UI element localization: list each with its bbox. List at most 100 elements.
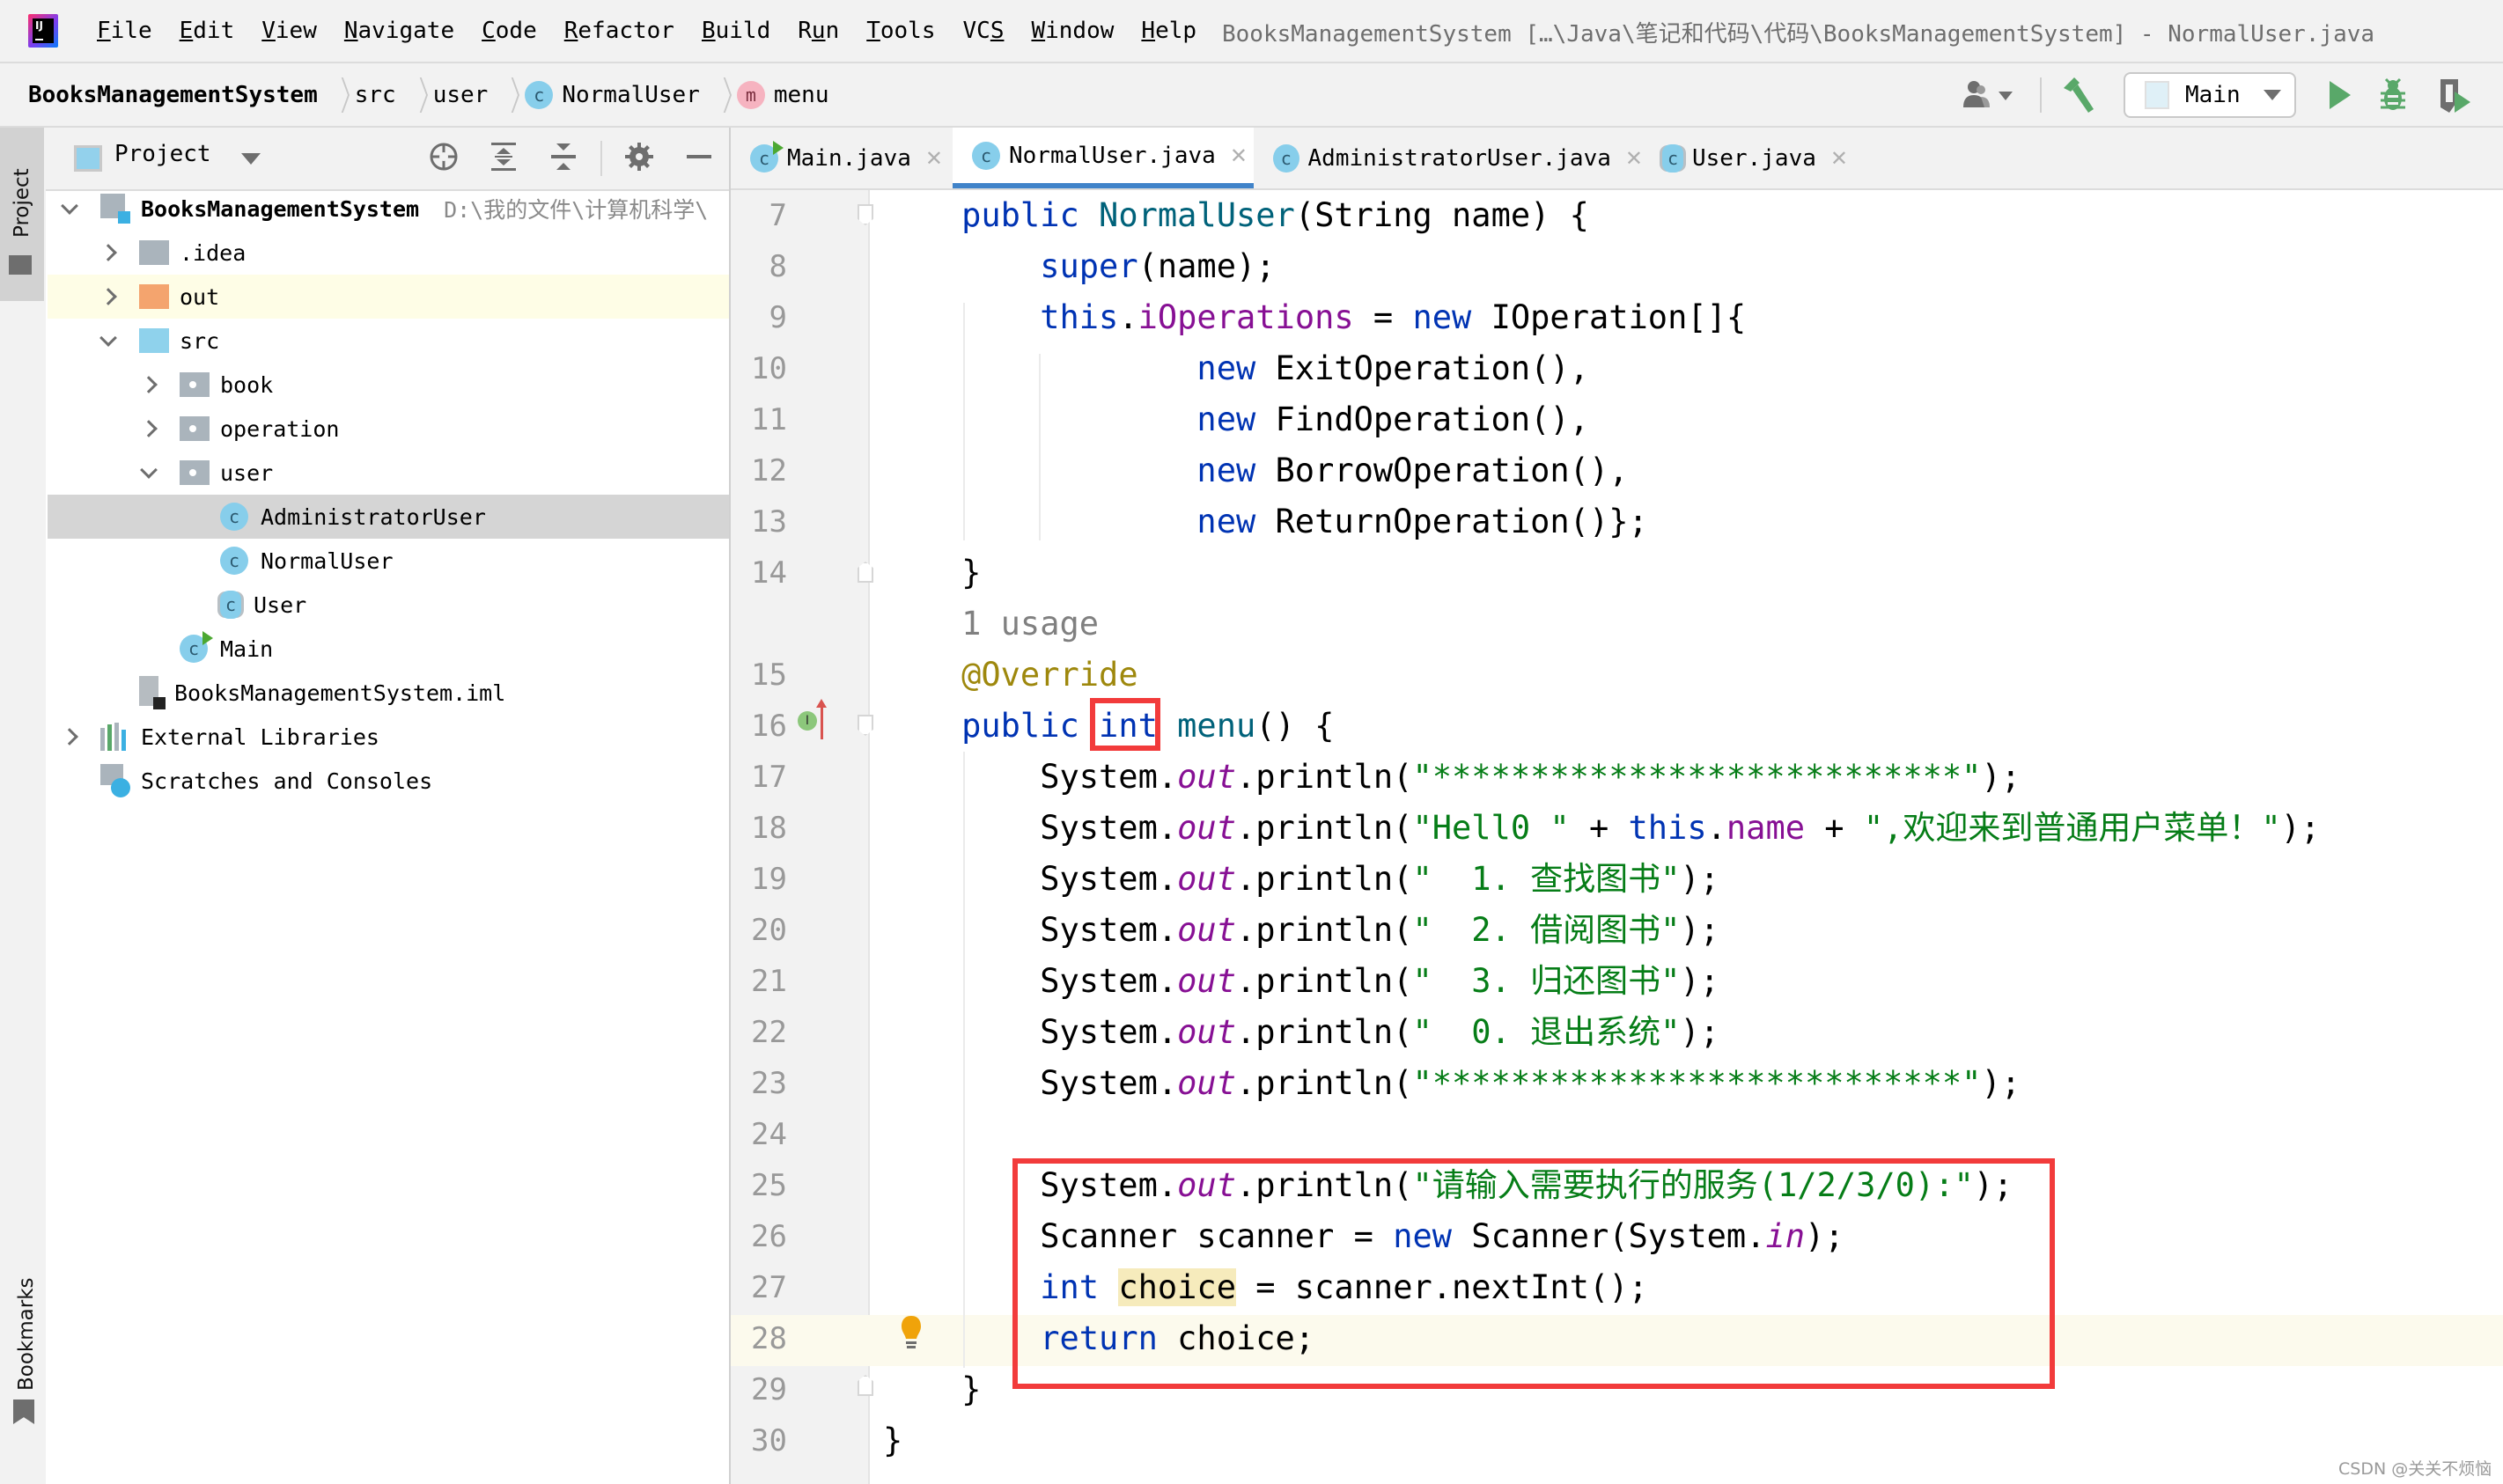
menu-help[interactable]: Help bbox=[1141, 18, 1196, 44]
run-with-coverage-icon[interactable] bbox=[2437, 77, 2472, 114]
class-icon: c bbox=[972, 141, 1000, 170]
go-to-super-method-icon[interactable] bbox=[816, 699, 827, 739]
code-line[interactable]: new ReturnOperation()}; bbox=[883, 496, 1647, 547]
menu-code[interactable]: Code bbox=[482, 18, 537, 44]
code-line[interactable]: new ExitOperation(), bbox=[883, 343, 1589, 394]
tree-item[interactable]: c User bbox=[48, 583, 729, 627]
token: . bbox=[1118, 298, 1138, 336]
menu-tools[interactable]: Tools bbox=[866, 18, 935, 44]
menu-navigate[interactable]: Navigate bbox=[344, 18, 454, 44]
token: .println( bbox=[1235, 860, 1413, 898]
tree-item[interactable]: BooksManagementSystem.iml bbox=[48, 671, 729, 715]
chevron-down-icon[interactable] bbox=[139, 461, 158, 479]
menu-run[interactable]: Run bbox=[798, 18, 839, 44]
code-line[interactable]: System.out.println(" 0. 退出系统"); bbox=[883, 1007, 1719, 1058]
chevron-right-icon[interactable] bbox=[139, 420, 158, 437]
breadcrumb-src[interactable]: src bbox=[355, 82, 396, 108]
code-line[interactable]: System.out.println("********************… bbox=[883, 752, 2021, 803]
chevron-down-icon[interactable] bbox=[99, 329, 118, 347]
close-tab-icon[interactable]: ✕ bbox=[925, 146, 943, 171]
menu-refactor[interactable]: Refactor bbox=[564, 18, 674, 44]
chevron-down-icon[interactable] bbox=[1999, 92, 2013, 100]
code-line[interactable]: } bbox=[883, 1364, 981, 1415]
locate-file-icon[interactable] bbox=[428, 141, 460, 173]
breadcrumb-class[interactable]: c NormalUser bbox=[525, 80, 700, 109]
chevron-right-icon[interactable] bbox=[139, 376, 158, 393]
chevron-right-icon[interactable] bbox=[60, 728, 79, 746]
editor-tab[interactable]: c AdministratorUser.java ✕ bbox=[1254, 128, 1643, 188]
line-number: 7 bbox=[769, 198, 787, 233]
minimize-icon[interactable] bbox=[683, 141, 715, 173]
editor-tab[interactable]: c Main.java ✕ bbox=[731, 128, 953, 188]
token: .println( bbox=[1235, 1064, 1413, 1102]
token: ); bbox=[2280, 809, 2321, 847]
project-view-icon bbox=[74, 145, 102, 172]
code-line[interactable]: System.out.println("********************… bbox=[883, 1058, 2021, 1109]
tree-item[interactable]: operation bbox=[48, 407, 729, 451]
menu-file[interactable]: File bbox=[97, 18, 152, 44]
menu-vcs[interactable]: VCS bbox=[963, 18, 1005, 44]
code-line[interactable]: this.iOperations = new IOperation[]{ bbox=[883, 292, 1746, 343]
tree-item[interactable]: book bbox=[48, 363, 729, 407]
tree-item[interactable]: c AdministratorUser bbox=[48, 495, 729, 539]
code-line[interactable]: } bbox=[883, 1415, 902, 1466]
close-tab-icon[interactable]: ✕ bbox=[1625, 146, 1643, 171]
gear-icon[interactable] bbox=[623, 141, 655, 173]
tree-item[interactable]: .idea bbox=[48, 231, 729, 275]
run-configuration-selector[interactable]: Main bbox=[2124, 72, 2296, 118]
line-number: 22 bbox=[751, 1015, 787, 1050]
breadcrumb-project[interactable]: BooksManagementSystem bbox=[28, 82, 318, 108]
chevron-down-icon[interactable] bbox=[241, 153, 261, 165]
run-icon[interactable] bbox=[2330, 81, 2351, 109]
code-line[interactable]: @Override bbox=[883, 650, 1137, 701]
tree-item[interactable]: c Main bbox=[48, 627, 729, 671]
line-number: 11 bbox=[751, 402, 787, 437]
source-folder-icon bbox=[139, 328, 169, 353]
line-number: 20 bbox=[751, 913, 787, 948]
menu-build[interactable]: Build bbox=[702, 18, 770, 44]
tree-item[interactable]: out bbox=[48, 275, 729, 319]
code-line[interactable]: System.out.println(" 1. 查找图书"); bbox=[883, 854, 1719, 905]
close-tab-icon[interactable]: ✕ bbox=[1230, 143, 1248, 168]
code-line[interactable]: System.out.println("Hell0 " + this.name … bbox=[883, 803, 2320, 854]
menu-view[interactable]: View bbox=[261, 18, 317, 44]
line-number: 15 bbox=[751, 658, 787, 693]
code-line[interactable]: System.out.println(" 3. 归还图书"); bbox=[883, 956, 1719, 1007]
chevron-right-icon[interactable] bbox=[99, 244, 118, 261]
menu-edit[interactable]: Edit bbox=[180, 18, 235, 44]
code-line[interactable]: new BorrowOperation(), bbox=[883, 445, 1628, 496]
project-view-selector[interactable]: Project bbox=[114, 141, 211, 167]
build-hammer-icon[interactable] bbox=[2060, 76, 2095, 114]
tree-item[interactable]: c NormalUser bbox=[48, 539, 729, 583]
editor-tab[interactable]: c User.java ✕ bbox=[1643, 128, 1859, 188]
chevron-right-icon[interactable] bbox=[99, 288, 118, 305]
breadcrumb-method[interactable]: m menu bbox=[736, 80, 829, 109]
code-line[interactable]: System.out.println(" 2. 借阅图书"); bbox=[883, 905, 1719, 956]
token-kw: new bbox=[1196, 400, 1256, 438]
token-st: out bbox=[1177, 860, 1236, 898]
collapse-all-icon[interactable] bbox=[548, 141, 579, 173]
breadcrumb-user[interactable]: user bbox=[433, 82, 489, 108]
close-tab-icon[interactable]: ✕ bbox=[1830, 146, 1848, 171]
tree-item-label: External Libraries bbox=[141, 724, 379, 750]
code-vision-hint[interactable]: 1 usage bbox=[883, 599, 1099, 650]
expand-all-icon[interactable] bbox=[488, 141, 519, 173]
tree-item[interactable]: user bbox=[48, 451, 729, 495]
tree-item[interactable]: External Libraries bbox=[48, 715, 729, 759]
project-tool-label[interactable]: Project bbox=[11, 168, 33, 238]
tree-item[interactable]: Scratches and Consoles bbox=[48, 759, 729, 803]
chevron-down-icon[interactable] bbox=[60, 197, 79, 215]
menu-window[interactable]: Window bbox=[1031, 18, 1114, 44]
debug-bug-icon[interactable] bbox=[2379, 77, 2407, 113]
bookmarks-tool-label[interactable]: Bookmarks bbox=[15, 1278, 38, 1392]
code-line[interactable]: } bbox=[883, 547, 981, 599]
tree-item[interactable]: BooksManagementSystem D:\我的文件\计算机科学\ bbox=[48, 187, 729, 231]
tree-item[interactable]: src bbox=[48, 319, 729, 363]
code-line[interactable]: new FindOperation(), bbox=[883, 394, 1589, 445]
code-line[interactable]: super(name); bbox=[883, 241, 1275, 292]
editor-tab[interactable]: c NormalUser.java ✕ bbox=[953, 128, 1254, 188]
code-line[interactable]: public NormalUser(String name) { bbox=[883, 190, 1589, 241]
implements-method-icon[interactable]: I bbox=[798, 711, 817, 731]
vcs-user-icon[interactable] bbox=[1962, 79, 1991, 109]
